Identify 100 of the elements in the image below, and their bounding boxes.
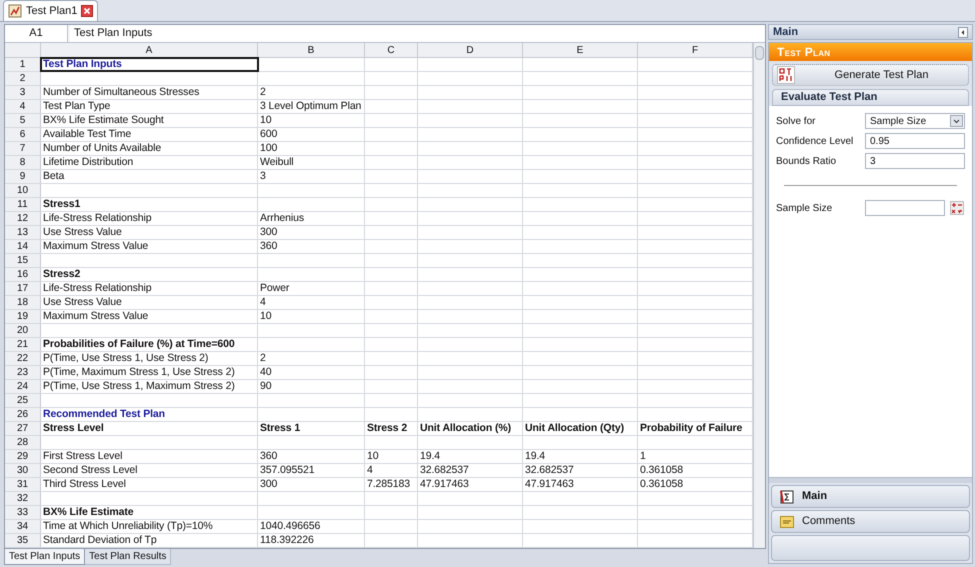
row-header[interactable]: 3 [5,86,41,99]
table-cell: 2 [258,352,365,365]
table-cell: Maximum Stress Value [41,240,258,253]
bounds-ratio-field[interactable]: 3 [865,153,965,169]
table-cell: BX% Life Estimate Sought [41,114,258,127]
generate-test-plan-button[interactable]: Generate Test Plan [772,64,969,86]
collapse-icon[interactable] [958,26,968,38]
table-cell: P(Time, Use Stress 1, Use Stress 2) [41,352,258,365]
table-cell: Number of Simultaneous Stresses [41,86,258,99]
row-header[interactable]: 28 [5,436,41,449]
formula-field[interactable]: Test Plan Inputs [70,25,765,42]
table-cell: Power [258,282,365,295]
sheet-tab[interactable]: Test Plan Inputs [4,549,86,565]
table-cell: Weibull [258,156,365,169]
table-cell: Probabilities of Failure (%) at Time=600 [41,338,258,351]
table-cell: BX% Life Estimate [41,506,258,519]
row-header[interactable]: 20 [5,324,41,337]
row-header[interactable]: 4 [5,100,41,113]
row-header[interactable]: 10 [5,184,41,197]
row-header[interactable]: 13 [5,226,41,239]
calculate-icon[interactable] [950,201,964,215]
row-header[interactable]: 16 [5,268,41,281]
row-header[interactable]: 32 [5,492,41,505]
row-header[interactable]: 6 [5,128,41,141]
table-cell: Available Test Time [41,128,258,141]
table-cell: 300 [258,478,365,491]
table-cell: Life-Stress Relationship [41,282,258,295]
table-cell: 4 [258,296,365,309]
row-header[interactable]: 14 [5,240,41,253]
confidence-level-field[interactable]: 0.95 [865,133,965,149]
table-cell: Second Stress Level [41,464,258,477]
field-label: Sample Size [776,202,834,216]
sigma-icon [780,490,794,504]
table-cell: Use Stress Value [41,296,258,309]
row-header[interactable]: 19 [5,310,41,323]
panel-title: Main [773,24,798,40]
table-cell: 118.392226 [258,534,365,547]
table-cell: Arrhenius [258,212,365,225]
table-cell: 19.4 [523,450,638,463]
greek-symbols-icon [777,66,795,84]
table-cell: 300 [258,226,365,239]
table-cell: 7.285183 [365,478,418,491]
table-cell: 32.682537 [418,464,523,477]
column-header[interactable]: A [41,43,258,57]
nav-button[interactable]: Main [771,485,970,508]
row-header[interactable]: 26 [5,408,41,421]
row-header[interactable]: 35 [5,534,41,547]
row-header[interactable]: 1 [5,58,41,71]
row-header[interactable]: 11 [5,198,41,211]
row-header[interactable]: 29 [5,450,41,463]
solve-for-dropdown[interactable]: Sample Size [865,113,965,129]
row-header[interactable]: 23 [5,366,41,379]
table-cell: 19.4 [418,450,523,463]
table-cell: 357.095521 [258,464,365,477]
table-cell: Use Stress Value [41,226,258,239]
splitter-handle[interactable] [769,477,972,483]
row-header[interactable]: 15 [5,254,41,267]
field-label: Confidence Level [776,134,854,148]
column-header[interactable]: B [258,43,365,57]
table-cell: Stress 1 [258,422,365,435]
document-tab-title: Test Plan1 [26,4,78,19]
column-header[interactable]: D [418,43,523,57]
nav-button[interactable]: Comments [771,510,970,533]
table-cell: Maximum Stress Value [41,310,258,323]
row-header[interactable]: 30 [5,464,41,477]
row-header[interactable]: 2 [5,72,41,85]
scrollbar[interactable] [753,43,765,548]
column-header[interactable]: E [523,43,638,57]
sheet-tab[interactable]: Test Plan Results [85,549,172,565]
row-header[interactable]: 7 [5,142,41,155]
table-cell: 600 [258,128,365,141]
table-cell: 360 [258,450,365,463]
row-header[interactable]: 17 [5,282,41,295]
row-header[interactable]: 12 [5,212,41,225]
row-header[interactable]: 18 [5,296,41,309]
document-tab[interactable]: Test Plan1 [3,0,98,21]
row-header[interactable]: 33 [5,506,41,519]
sample-size-field[interactable] [865,200,945,216]
table-cell: 32.682537 [523,464,638,477]
row-header[interactable]: 9 [5,170,41,183]
table-cell: Unit Allocation (Qty) [523,422,638,435]
row-header[interactable]: 31 [5,478,41,491]
row-header[interactable]: 24 [5,380,41,393]
row-header[interactable]: 21 [5,338,41,351]
row-header[interactable]: 27 [5,422,41,435]
row-header[interactable]: 34 [5,520,41,533]
table-cell: Stress2 [41,268,258,281]
table-cell: Standard Deviation of Tp [41,534,258,547]
row-header[interactable]: 25 [5,394,41,407]
row-header[interactable]: 22 [5,352,41,365]
row-header[interactable]: 5 [5,114,41,127]
column-header[interactable]: C [365,43,418,57]
field-label: Bounds Ratio [776,154,838,168]
close-icon[interactable] [81,5,94,17]
name-box[interactable]: A1 [5,25,68,42]
row-header[interactable]: 8 [5,156,41,169]
table-cell: Stress Level [41,422,258,435]
table-cell: 40 [258,366,365,379]
table-cell: Number of Units Available [41,142,258,155]
table-cell: Recommended Test Plan [41,408,258,421]
